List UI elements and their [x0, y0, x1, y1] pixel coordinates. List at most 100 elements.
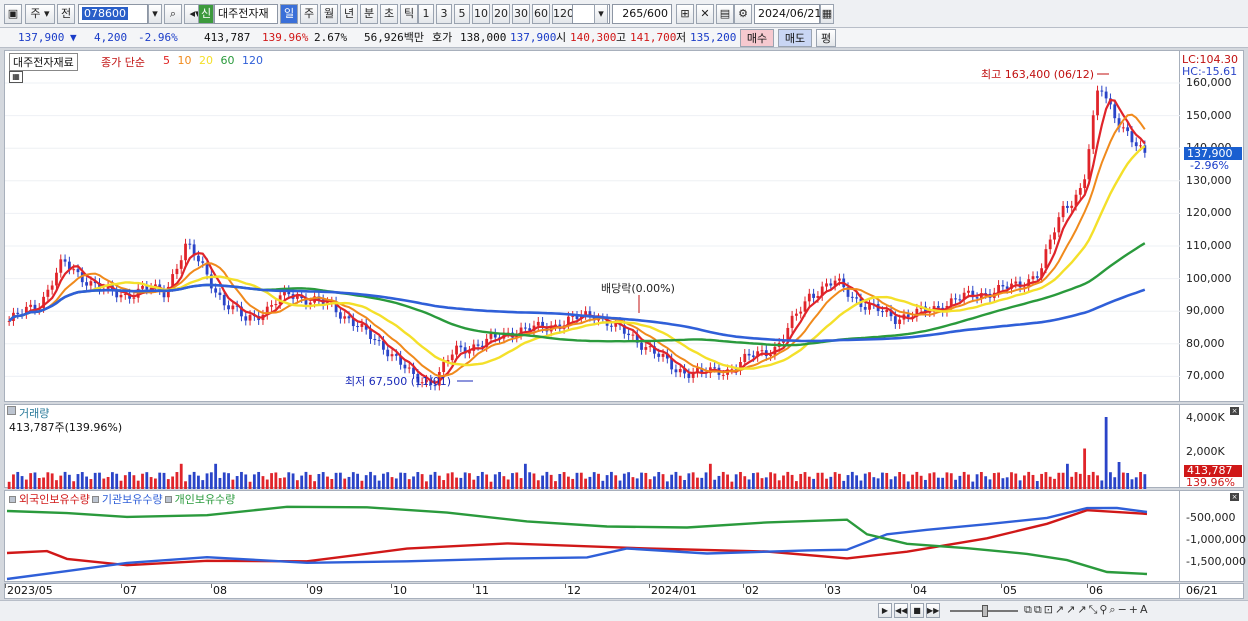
- volume-bar: [536, 480, 540, 489]
- volume-bar: [76, 474, 80, 489]
- rewind-icon[interactable]: ◀◀: [894, 603, 908, 618]
- volume-bar: [390, 477, 394, 489]
- period-6[interactable]: 틱: [400, 4, 418, 24]
- period-3[interactable]: 년: [340, 4, 358, 24]
- candle-body: [1035, 276, 1039, 278]
- volume-bar: [876, 478, 880, 489]
- volume-bar: [244, 474, 248, 489]
- period-0[interactable]: 일: [280, 4, 298, 24]
- calendar-icon[interactable]: ▦: [820, 4, 834, 24]
- price-tick: 90,000: [1186, 304, 1225, 317]
- volume-bar: [119, 480, 123, 489]
- candle-body: [59, 259, 63, 273]
- window-icon[interactable]: ▣: [4, 4, 22, 24]
- forward-icon[interactable]: ▶▶: [926, 603, 940, 618]
- candle-body: [244, 316, 248, 321]
- date-tick: 11: [475, 584, 489, 597]
- period-1[interactable]: 주: [300, 4, 318, 24]
- volume-bar: [657, 472, 661, 489]
- volume-bar: [98, 472, 101, 489]
- interval-1[interactable]: 1: [418, 4, 434, 24]
- interval-10[interactable]: 10: [472, 4, 490, 24]
- ma-legend-item: 20: [199, 54, 217, 67]
- volume-bar: [136, 480, 140, 489]
- date-field[interactable]: 2024/06/21: [754, 4, 821, 24]
- volume-bar: [1031, 474, 1035, 489]
- interval-120[interactable]: 120: [552, 4, 574, 24]
- volume-bar: [67, 474, 71, 489]
- market-select[interactable]: 주 ▾: [25, 4, 55, 24]
- volume-bar: [175, 472, 179, 489]
- candle-body: [769, 354, 772, 356]
- volume-bar: [631, 477, 635, 489]
- candle-body: [1078, 188, 1082, 195]
- volume-bar: [889, 479, 893, 489]
- candle-body: [231, 305, 235, 310]
- ma-legend-item: 60: [220, 54, 238, 67]
- price-tick: 130,000: [1186, 174, 1232, 187]
- price-chart[interactable]: [5, 51, 1181, 403]
- period-2[interactable]: 월: [320, 4, 338, 24]
- volume-bar: [532, 473, 536, 489]
- exchange-button[interactable]: 전: [57, 4, 75, 24]
- volume-bar: [412, 476, 415, 489]
- cross-icon[interactable]: ✕: [696, 4, 714, 24]
- volume-sub: 413,787주(139.96%): [9, 421, 123, 434]
- interval-30[interactable]: 30: [512, 4, 530, 24]
- date-tick: 02: [745, 584, 759, 597]
- period-4[interactable]: 분: [360, 4, 378, 24]
- volume-bar: [1130, 479, 1134, 489]
- volume-bar: [382, 473, 385, 489]
- gear-icon[interactable]: ⚙: [734, 4, 752, 24]
- stop-icon[interactable]: ■: [910, 603, 924, 618]
- interval-5[interactable]: 5: [454, 4, 470, 24]
- dropdown-icon[interactable]: ▾: [594, 4, 608, 24]
- volume-bar: [975, 474, 979, 489]
- volume-bar: [89, 479, 93, 489]
- volume-bar: [227, 473, 230, 489]
- volume-bar: [984, 476, 988, 489]
- volume-bar: [696, 477, 699, 489]
- candle-body: [812, 293, 816, 298]
- volume-bar: [704, 472, 708, 489]
- candle-body: [377, 340, 381, 342]
- candle-body: [347, 316, 351, 319]
- candle-body: [631, 334, 635, 336]
- code-input[interactable]: 078600: [78, 4, 148, 24]
- code-dropdown-icon[interactable]: ▾: [148, 4, 162, 24]
- volume-bar: [468, 473, 471, 489]
- interval-3[interactable]: 3: [436, 4, 452, 24]
- volume-bar: [420, 474, 424, 489]
- buy-button[interactable]: 매수: [740, 29, 774, 47]
- tool-icons[interactable]: ⧉⧉⊡↗↗↗⤡⚲⌕−+A: [1024, 603, 1150, 617]
- volume-bar: [72, 481, 76, 489]
- table-icon[interactable]: ▦: [9, 71, 23, 83]
- interval-60[interactable]: 60: [532, 4, 550, 24]
- interval-20[interactable]: 20: [492, 4, 510, 24]
- volume-bar: [868, 472, 871, 489]
- candle-icon[interactable]: ⊞: [676, 4, 694, 24]
- volume-chart[interactable]: [5, 405, 1181, 489]
- volume-bar: [541, 475, 544, 489]
- flat-button[interactable]: 평: [816, 29, 836, 47]
- candle-body: [1126, 127, 1130, 132]
- vol-tick: 2,000K: [1186, 445, 1225, 458]
- open-label: 시: [556, 31, 567, 44]
- candle-body: [1066, 205, 1069, 208]
- search-icon[interactable]: ⌕: [164, 4, 182, 24]
- volume-bar: [158, 472, 162, 489]
- volume-bar: [885, 472, 889, 489]
- save-icon[interactable]: ▤: [716, 4, 734, 24]
- price-tick: 120,000: [1186, 206, 1232, 219]
- sell-button[interactable]: 매도: [778, 29, 812, 47]
- candle-body: [1057, 217, 1061, 233]
- close-icon[interactable]: ×: [1230, 493, 1239, 501]
- new-badge: 신: [198, 4, 214, 24]
- period-5[interactable]: 초: [380, 4, 398, 24]
- slider-handle[interactable]: [982, 605, 988, 617]
- volume-bar: [321, 472, 325, 489]
- candle-body: [850, 296, 854, 298]
- count-field[interactable]: 265/600: [612, 4, 672, 24]
- play-icon[interactable]: ▶: [878, 603, 892, 618]
- close-icon[interactable]: ×: [1230, 407, 1239, 415]
